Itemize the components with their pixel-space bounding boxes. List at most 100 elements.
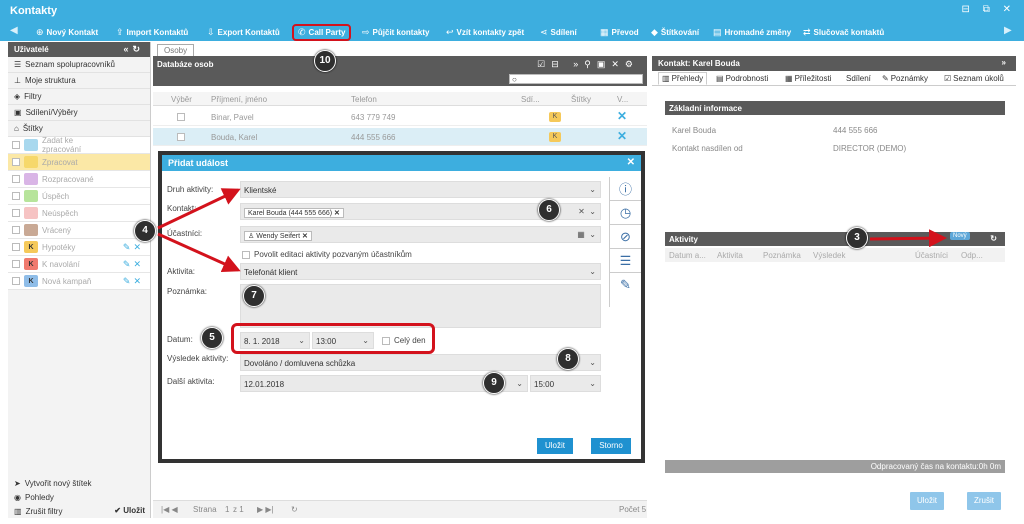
new-contact-button[interactable]: ⊕ Nový Kontakt <box>36 27 98 38</box>
new-tag-link[interactable]: ➤ Vytvořit nový štítek <box>8 476 151 490</box>
clock-icon[interactable]: ◷ <box>610 201 641 225</box>
group-and-chevron-icon[interactable]: ▦ ⌄ <box>577 230 596 239</box>
table-row[interactable]: Binar, Pavel 643 779 749 K ✕ <box>153 108 647 126</box>
date-input[interactable]: 8. 1. 2018 ⌄ <box>240 332 310 349</box>
next-time-input[interactable]: 15:00 ⌄ <box>530 375 601 392</box>
list-tools[interactable]: ☑⊟ »⚲▣✕⚙ <box>537 59 639 70</box>
tag-checkbox[interactable] <box>12 243 20 251</box>
refresh-icon[interactable]: ↻ <box>990 234 997 243</box>
tab-sharing[interactable]: Sdílení <box>846 74 871 83</box>
edit-delete-icon[interactable]: ✎✕ <box>123 242 144 253</box>
shared-by-label: Kontakt nasdílen od <box>672 144 743 153</box>
share-icon: ⋖ <box>540 27 548 37</box>
sidebar-item-coworkers[interactable]: ☰ Seznam spolupracovníků <box>8 57 150 73</box>
tab-persons[interactable]: Osoby <box>157 44 195 56</box>
detail-save-button[interactable]: Uložit <box>910 492 944 510</box>
tag-item[interactable]: Zpracovat <box>8 154 150 171</box>
tab-tasks[interactable]: ☑ Seznam úkolů <box>944 74 1004 83</box>
all-day-checkbox[interactable]: Celý den <box>382 336 426 345</box>
tag-color-swatch: K <box>24 258 38 270</box>
participants-field[interactable]: ♙ Wendy Seifert ✕ ▦ ⌄ <box>240 226 601 243</box>
participant-chip[interactable]: ♙ Wendy Seifert ✕ <box>244 231 312 241</box>
activity-select[interactable]: Telefonát klient ⌄ <box>240 263 601 280</box>
tab-details[interactable]: ▤ Podrobnosti <box>716 74 768 83</box>
contact-chip[interactable]: Karel Bouda (444 555 666) ✕ <box>244 208 344 218</box>
take-back-contacts-button[interactable]: ↩ Vzít kontakty zpět <box>446 27 524 38</box>
merge-contacts-button[interactable]: ⇄ Slučovač kontaktů <box>803 27 884 38</box>
tag-item[interactable]: K K navolání ✎✕ <box>8 256 150 273</box>
checkbox[interactable] <box>242 250 250 259</box>
result-select[interactable]: Dovoláno / domluvena schůzka ⌄ <box>240 354 601 371</box>
time-input[interactable]: 13:00 ⌄ <box>312 332 374 349</box>
tag-checkbox[interactable] <box>12 192 20 200</box>
note-textarea[interactable] <box>240 284 601 328</box>
expand-icon[interactable]: » <box>1002 58 1008 67</box>
lend-contacts-button[interactable]: ⇨ Půjčit kontakty <box>362 27 429 38</box>
bulk-changes-button[interactable]: ▤ Hromadné změny <box>713 27 791 38</box>
activity-type-select[interactable]: Klientské ⌄ <box>240 181 601 198</box>
edit-delete-icon[interactable]: ✎✕ <box>123 259 144 270</box>
pager-nav-icon[interactable]: |◀ ◀ <box>161 505 178 514</box>
next-date-input[interactable]: 12.01.2018 ⌄ <box>240 375 528 392</box>
scroll-right-icon[interactable]: ▶ <box>1004 25 1012 36</box>
sidebar-item-tags[interactable]: ⌂ Štítky <box>8 121 150 137</box>
sidebar-tools[interactable]: «↻ <box>123 44 144 55</box>
sidebar-item-sharing[interactable]: ▣ Sdílení/Výběry <box>8 105 150 121</box>
sidebar-item-filters[interactable]: ◈ Filtry <box>8 89 150 105</box>
edit-delete-icon[interactable]: ✎✕ <box>123 276 144 287</box>
list-search-input[interactable]: ○ <box>509 74 643 84</box>
dialog-cancel-button[interactable]: Storno <box>591 438 631 454</box>
row-checkbox[interactable] <box>177 133 185 141</box>
paperclip-icon[interactable]: ⊘ <box>610 225 641 249</box>
clear-and-chevron-icon[interactable]: ✕ ⌄ <box>578 207 596 216</box>
next-activity-label: Další aktivita: <box>167 377 215 386</box>
tag-item[interactable]: Úspěch <box>8 188 150 205</box>
page-input[interactable]: 1 <box>225 505 229 514</box>
remove-icon[interactable]: ✕ <box>617 109 627 123</box>
contact-field[interactable]: Karel Bouda (444 555 666) ✕ ✕ ⌄ <box>240 203 601 220</box>
detail-cancel-button[interactable]: Zrušit <box>967 492 1001 510</box>
tag-checkbox[interactable] <box>12 141 20 149</box>
refresh-icon[interactable]: ↻ <box>291 505 298 514</box>
tag-checkbox[interactable] <box>12 226 20 234</box>
tab-overview[interactable]: ▥ Přehledy <box>658 72 708 85</box>
tab-notes[interactable]: ✎ Poznámky <box>882 74 928 83</box>
tag-checkbox[interactable] <box>12 158 20 166</box>
close-icon[interactable]: ✕ <box>627 157 635 168</box>
tag-item[interactable]: Neúspěch <box>8 205 150 222</box>
call-party-button[interactable]: ✆ Call Party <box>292 24 352 41</box>
table-row[interactable]: Bouda, Karel 444 555 666 K ✕ <box>153 128 647 146</box>
sharing-button[interactable]: ⋖ Sdílení <box>540 27 577 38</box>
info-icon[interactable]: ⓘ <box>610 177 641 201</box>
pencil-icon[interactable]: ✎ <box>610 273 641 297</box>
export-contacts-button[interactable]: ⇩ Export Kontaktů <box>207 27 280 38</box>
checkbox[interactable] <box>382 336 390 345</box>
scroll-left-icon[interactable]: ◀ <box>10 25 18 36</box>
tag-checkbox[interactable] <box>12 260 20 268</box>
tab-opportunities[interactable]: ▦ Příležitosti <box>785 74 831 83</box>
tag-item[interactable]: K Hypotéky ✎✕ <box>8 239 150 256</box>
tag-checkbox[interactable] <box>12 175 20 183</box>
dialog-save-button[interactable]: Uložit <box>537 438 573 454</box>
remove-chip-icon[interactable]: ✕ <box>334 210 340 217</box>
tag-item[interactable]: Rozpracované <box>8 171 150 188</box>
pager-next-icon[interactable]: ▶ ▶| <box>257 505 274 514</box>
list-icon[interactable]: ☰ <box>610 249 641 273</box>
sidebar-item-structure[interactable]: ⊥ Moje struktura <box>8 73 150 89</box>
tag-checkbox[interactable] <box>12 277 20 285</box>
tag-item[interactable]: K Nová kampaň ✎✕ <box>8 273 150 290</box>
row-checkbox[interactable] <box>177 113 185 121</box>
tagging-button[interactable]: ◆ Štítkování <box>651 27 699 38</box>
sidebar-save-button[interactable]: ✔ Uložit <box>114 506 145 515</box>
window-controls[interactable]: ⊟ ⧉ ✕ <box>962 4 1016 15</box>
tag-item[interactable]: Vrácený <box>8 222 150 239</box>
views-link[interactable]: ◉ Pohledy <box>8 490 151 504</box>
remove-chip-icon[interactable]: ✕ <box>302 233 308 240</box>
new-activity-button[interactable]: Nový <box>950 232 970 240</box>
tag-checkbox[interactable] <box>12 209 20 217</box>
transfer-button[interactable]: ▦ Převod <box>600 27 639 38</box>
import-contacts-button[interactable]: ⇪ Import Kontaktů <box>116 27 188 38</box>
remove-icon[interactable]: ✕ <box>617 129 627 143</box>
tag-item[interactable]: Zadat ke zpracování <box>8 136 150 154</box>
allow-edit-checkbox[interactable]: Povolit editaci aktivity pozvaným účastn… <box>242 250 412 259</box>
